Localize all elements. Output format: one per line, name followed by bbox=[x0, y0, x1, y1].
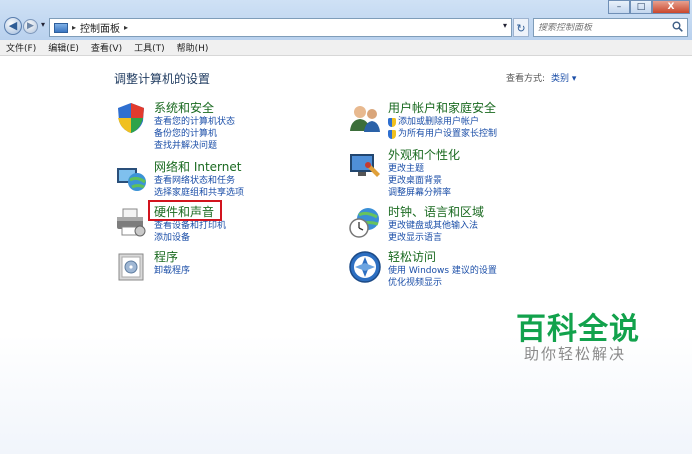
link-add-device[interactable]: 添加设备 bbox=[154, 232, 226, 244]
link-troubleshoot[interactable]: 查找并解决问题 bbox=[154, 140, 235, 152]
category-body: 网络和 Internet 查看网络状态和任务 选择家庭组和共享选项 bbox=[154, 160, 244, 199]
address-dropdown-icon[interactable]: ▾ bbox=[503, 21, 507, 30]
category-title-system-security[interactable]: 系统和安全 bbox=[154, 101, 235, 116]
link-change-theme[interactable]: 更改主题 bbox=[388, 163, 460, 175]
category-system-security: 系统和安全 查看您的计算机状态 备份您的计算机 查找并解决问题 bbox=[114, 101, 235, 152]
clock-globe-icon[interactable] bbox=[348, 205, 382, 239]
category-body: 程序 卸载程序 bbox=[154, 250, 190, 284]
search-input[interactable] bbox=[538, 22, 668, 33]
category-appearance: 外观和个性化 更改主题 更改桌面背景 调整屏幕分辨率 bbox=[348, 148, 460, 199]
category-user-accounts: 用户帐户和家庭安全 添加或删除用户帐户 为所有用户设置家长控制 bbox=[348, 101, 497, 140]
minimize-button[interactable]: – bbox=[608, 0, 630, 14]
close-button[interactable]: X bbox=[652, 0, 690, 14]
ease-of-access-icon[interactable] bbox=[348, 250, 382, 284]
link-add-remove-accounts-label: 添加或删除用户帐户 bbox=[398, 117, 480, 127]
programs-icon[interactable] bbox=[114, 250, 148, 284]
category-network-internet: 网络和 Internet 查看网络状态和任务 选择家庭组和共享选项 bbox=[114, 160, 244, 199]
forward-button[interactable]: ▶ bbox=[23, 19, 38, 34]
category-title-ease-of-access[interactable]: 轻松访问 bbox=[388, 250, 497, 265]
users-icon[interactable] bbox=[348, 101, 382, 135]
category-body: 外观和个性化 更改主题 更改桌面背景 调整屏幕分辨率 bbox=[388, 148, 460, 199]
link-devices-printers[interactable]: 查看设备和打印机 bbox=[154, 220, 226, 232]
search-box[interactable] bbox=[533, 18, 688, 37]
category-body: 用户帐户和家庭安全 添加或删除用户帐户 为所有用户设置家长控制 bbox=[388, 101, 497, 140]
link-optimize-display[interactable]: 优化视频显示 bbox=[388, 277, 497, 289]
category-clock-language-region: 时钟、语言和区域 更改键盘或其他输入法 更改显示语言 bbox=[348, 205, 484, 244]
link-backup-computer[interactable]: 备份您的计算机 bbox=[154, 128, 235, 140]
menu-view[interactable]: 查看(V) bbox=[91, 41, 122, 54]
category-title-appearance[interactable]: 外观和个性化 bbox=[388, 148, 460, 163]
category-title-user-accounts[interactable]: 用户帐户和家庭安全 bbox=[388, 101, 497, 116]
menu-bar: 文件(F) 编辑(E) 查看(V) 工具(T) 帮助(H) bbox=[0, 40, 692, 56]
link-network-status[interactable]: 查看网络状态和任务 bbox=[154, 175, 244, 187]
view-mode: 查看方式: 类别 ▾ bbox=[506, 71, 576, 84]
admin-shield-icon bbox=[388, 117, 396, 127]
menu-tools[interactable]: 工具(T) bbox=[134, 41, 165, 54]
category-body: 系统和安全 查看您的计算机状态 备份您的计算机 查找并解决问题 bbox=[154, 101, 235, 152]
address-bar[interactable]: ▸ 控制面板 ▸ ▾ bbox=[49, 18, 512, 37]
menu-help[interactable]: 帮助(H) bbox=[177, 41, 209, 54]
link-desktop-background[interactable]: 更改桌面背景 bbox=[388, 175, 460, 187]
admin-shield-icon bbox=[388, 129, 396, 139]
breadcrumb-control-panel[interactable]: 控制面板 bbox=[80, 20, 120, 35]
refresh-button[interactable]: ↻ bbox=[513, 18, 529, 37]
link-parental-controls-label: 为所有用户设置家长控制 bbox=[398, 129, 498, 139]
link-display-language[interactable]: 更改显示语言 bbox=[388, 232, 484, 244]
window-controls: – □ X bbox=[608, 0, 690, 14]
highlight-box bbox=[148, 200, 222, 221]
view-mode-label: 查看方式: bbox=[506, 74, 546, 84]
printer-icon[interactable] bbox=[114, 205, 148, 239]
link-view-computer-status[interactable]: 查看您的计算机状态 bbox=[154, 116, 235, 128]
link-uninstall-program[interactable]: 卸载程序 bbox=[154, 265, 190, 277]
page-title: 调整计算机的设置 bbox=[114, 72, 211, 86]
search-icon[interactable] bbox=[672, 21, 683, 35]
link-recommended-settings[interactable]: 使用 Windows 建议的设置 bbox=[388, 265, 497, 277]
breadcrumb-separator-icon[interactable]: ▸ bbox=[72, 23, 76, 32]
category-title-clock-language-region[interactable]: 时钟、语言和区域 bbox=[388, 205, 484, 220]
link-keyboard-input[interactable]: 更改键盘或其他输入法 bbox=[388, 220, 484, 232]
category-body: 时钟、语言和区域 更改键盘或其他输入法 更改显示语言 bbox=[388, 205, 484, 244]
watermark-subtitle: 助你轻松解决 bbox=[524, 345, 627, 363]
category-title-network-internet[interactable]: 网络和 Internet bbox=[154, 160, 244, 175]
link-homegroup-sharing[interactable]: 选择家庭组和共享选项 bbox=[154, 187, 244, 199]
category-title-programs[interactable]: 程序 bbox=[154, 250, 190, 265]
title-bar: – □ X ◀ ▶ ▾ ▸ 控制面板 ▸ ▾ ↻ bbox=[0, 0, 692, 40]
control-panel-icon bbox=[54, 22, 68, 33]
category-ease-of-access: 轻松访问 使用 Windows 建议的设置 优化视频显示 bbox=[348, 250, 497, 289]
view-mode-dropdown[interactable]: 类别 ▾ bbox=[551, 71, 576, 84]
link-screen-resolution[interactable]: 调整屏幕分辨率 bbox=[388, 187, 460, 199]
network-globe-icon[interactable] bbox=[114, 160, 148, 194]
system-security-icon[interactable] bbox=[114, 101, 148, 135]
recent-pages-dropdown[interactable]: ▾ bbox=[41, 20, 45, 29]
category-body: 轻松访问 使用 Windows 建议的设置 优化视频显示 bbox=[388, 250, 497, 289]
menu-edit[interactable]: 编辑(E) bbox=[48, 41, 79, 54]
category-programs: 程序 卸载程序 bbox=[114, 250, 190, 284]
link-parental-controls[interactable]: 为所有用户设置家长控制 bbox=[388, 128, 497, 140]
appearance-icon[interactable] bbox=[348, 148, 382, 182]
menu-file[interactable]: 文件(F) bbox=[6, 41, 36, 54]
maximize-button[interactable]: □ bbox=[630, 0, 652, 14]
control-panel-content: 调整计算机的设置 查看方式: 类别 ▾ 系统和安全 查看您的计算机状态 备份您的… bbox=[0, 57, 692, 454]
back-button[interactable]: ◀ bbox=[4, 17, 22, 35]
breadcrumb-chevron-icon[interactable]: ▸ bbox=[124, 23, 128, 32]
link-add-remove-accounts[interactable]: 添加或删除用户帐户 bbox=[388, 116, 497, 128]
watermark-title: 百科全说 bbox=[516, 312, 640, 347]
